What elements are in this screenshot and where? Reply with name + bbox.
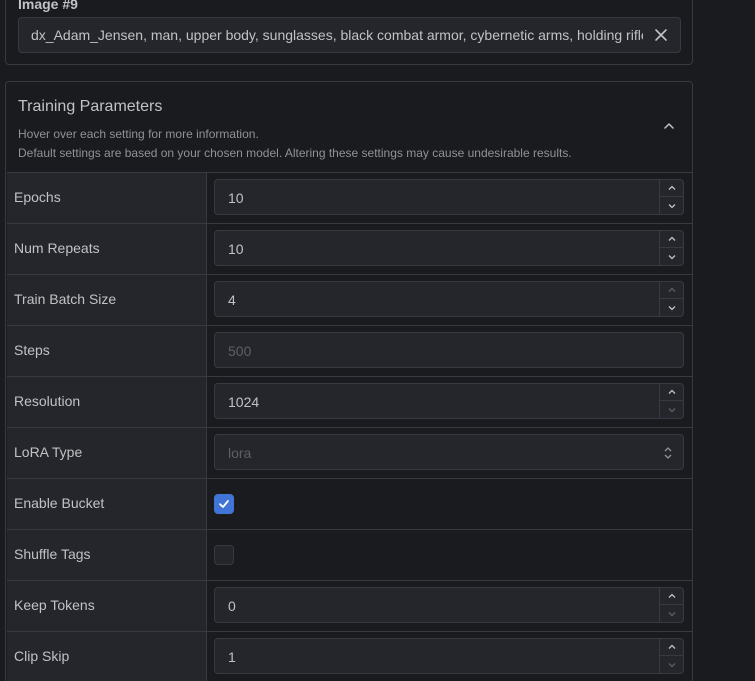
decrement-button[interactable] (660, 605, 683, 622)
increment-button[interactable] (660, 588, 683, 605)
clip-skip-value: 1 (228, 649, 236, 665)
keep-tokens-label: Keep Tokens (14, 597, 95, 613)
row-num-repeats: Num Repeats 10 (7, 224, 692, 275)
caption-text: dx_Adam_Jensen, man, upper body, sunglas… (31, 27, 643, 43)
chevron-down-icon (668, 662, 675, 667)
caption-input[interactable]: dx_Adam_Jensen, man, upper body, sunglas… (18, 17, 681, 53)
row-shuffle-tags: Shuffle Tags (7, 530, 692, 581)
epochs-stepper (659, 180, 683, 214)
chevron-up-icon (668, 644, 675, 649)
selector-icon (663, 446, 673, 460)
decrement-button[interactable] (660, 299, 683, 316)
caption-label: Image #9 (18, 0, 78, 12)
num-repeats-stepper (659, 231, 683, 265)
shuffle-tags-checkbox[interactable] (214, 545, 234, 565)
chevron-up-icon[interactable] (662, 119, 676, 133)
epochs-input[interactable]: 10 (214, 179, 684, 215)
chevron-up-icon (668, 593, 675, 598)
num-repeats-value: 10 (228, 241, 244, 257)
lora-type-select: lora (214, 434, 684, 470)
section-title: Training Parameters (18, 98, 163, 115)
chevron-up-icon (668, 389, 675, 394)
keep-tokens-value: 0 (228, 598, 236, 614)
increment-button[interactable] (660, 180, 683, 197)
row-steps: Steps 500 (7, 326, 692, 377)
keep-tokens-stepper (659, 588, 683, 622)
row-lora-type: LoRA Type lora (7, 428, 692, 479)
chevron-up-icon (668, 287, 675, 292)
lora-type-label: LoRA Type (14, 444, 83, 460)
hint-text: Hover over each setting for more informa… (18, 127, 259, 141)
close-icon[interactable] (652, 26, 670, 44)
row-keep-tokens: Keep Tokens 0 (7, 581, 692, 632)
increment-button[interactable] (660, 639, 683, 656)
check-icon (219, 500, 229, 508)
training-parameters-card: Training Parameters Hover over each sett… (5, 81, 693, 681)
chevron-up-icon (668, 185, 675, 190)
resolution-value: 1024 (228, 394, 260, 410)
resolution-input[interactable]: 1024 (214, 383, 684, 419)
increment-button[interactable] (660, 282, 683, 299)
lora-type-value: lora (228, 445, 252, 461)
chevron-down-icon (668, 203, 675, 208)
enable-bucket-checkbox[interactable] (214, 494, 234, 514)
epochs-label: Epochs (14, 189, 61, 205)
row-clip-skip: Clip Skip 1 (7, 632, 692, 681)
steps-value: 500 (228, 343, 252, 359)
params-table: Epochs 10 Num Repeats 10 Train Batch Siz… (7, 172, 692, 681)
chevron-up-icon (668, 236, 675, 241)
clip-skip-input[interactable]: 1 (214, 638, 684, 674)
hint-text-defaults: Default settings are based on your chose… (18, 146, 572, 160)
row-enable-bucket: Enable Bucket (7, 479, 692, 530)
steps-input: 500 (214, 332, 684, 368)
train-batch-size-input[interactable]: 4 (214, 281, 684, 317)
page: Image #9 dx_Adam_Jensen, man, upper body… (0, 0, 755, 681)
clip-skip-stepper (659, 639, 683, 673)
decrement-button[interactable] (660, 656, 683, 673)
chevron-down-icon (668, 254, 675, 259)
chevron-down-icon (668, 611, 675, 616)
row-resolution: Resolution 1024 (7, 377, 692, 428)
keep-tokens-input[interactable]: 0 (214, 587, 684, 623)
epochs-value: 10 (228, 190, 244, 206)
resolution-label: Resolution (14, 393, 81, 409)
decrement-button[interactable] (660, 401, 683, 418)
chevron-down-icon (668, 407, 675, 412)
increment-button[interactable] (660, 384, 683, 401)
row-epochs: Epochs 10 (7, 173, 692, 224)
train-batch-size-value: 4 (228, 292, 236, 308)
clip-skip-label: Clip Skip (14, 648, 70, 664)
resolution-stepper (659, 384, 683, 418)
increment-button[interactable] (660, 231, 683, 248)
train-batch-size-label: Train Batch Size (14, 291, 117, 307)
chevron-down-icon (668, 305, 675, 310)
enable-bucket-label: Enable Bucket (14, 495, 105, 511)
steps-label: Steps (14, 342, 50, 358)
train-batch-size-stepper (659, 282, 683, 316)
num-repeats-label: Num Repeats (14, 240, 100, 256)
decrement-button[interactable] (660, 197, 683, 214)
num-repeats-input[interactable]: 10 (214, 230, 684, 266)
caption-card: Image #9 dx_Adam_Jensen, man, upper body… (5, 0, 693, 65)
row-train-batch-size: Train Batch Size 4 (7, 275, 692, 326)
shuffle-tags-label: Shuffle Tags (14, 546, 91, 562)
decrement-button[interactable] (660, 248, 683, 265)
